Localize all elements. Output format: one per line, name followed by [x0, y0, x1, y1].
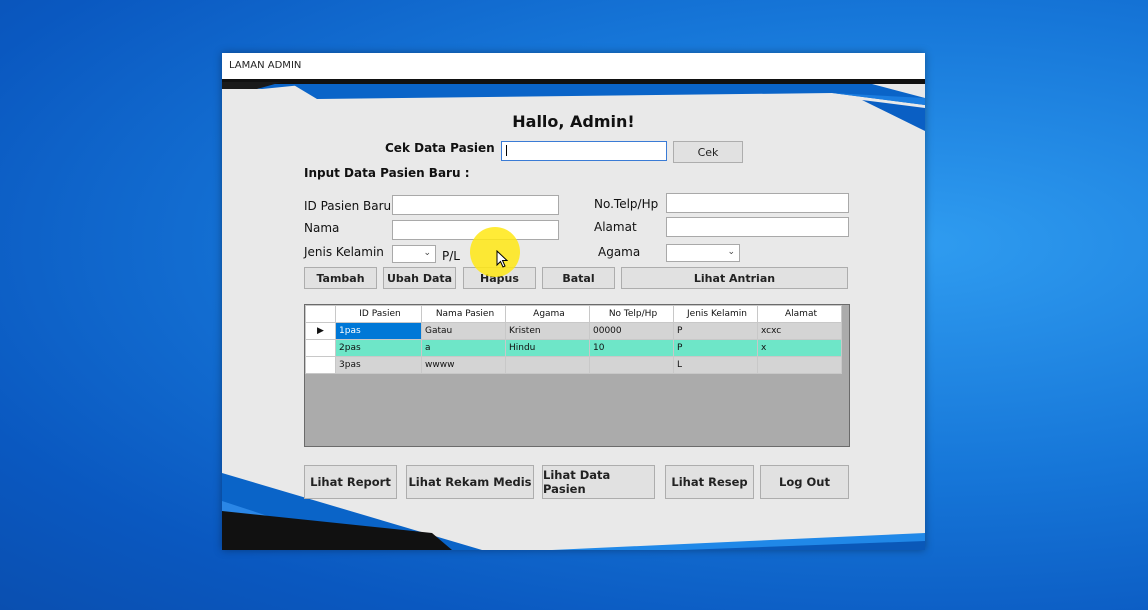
table-cell[interactable]: Gatau: [421, 322, 506, 340]
table-cell[interactable]: 00000: [589, 322, 674, 340]
table-cell[interactable]: 2pas: [335, 339, 422, 357]
table-cell[interactable]: 1pas: [335, 322, 422, 340]
row-header[interactable]: [305, 339, 336, 357]
cursor-highlight: [470, 227, 520, 277]
column-header[interactable]: Nama Pasien: [421, 305, 506, 323]
lihat-report-button[interactable]: Lihat Report: [304, 465, 397, 499]
ubah-data-button[interactable]: Ubah Data: [383, 267, 456, 289]
current-row-arrow-icon: ▶: [305, 322, 336, 340]
chevron-down-icon: ⌄: [727, 247, 735, 257]
patient-data-grid[interactable]: ID Pasien Nama Pasien Agama No Telp/Hp J…: [304, 304, 850, 447]
lihat-data-pasien-button[interactable]: Lihat Data Pasien: [542, 465, 655, 499]
table-cell[interactable]: [757, 356, 842, 374]
table-row[interactable]: ▶ 1pas Gatau Kristen 00000 P xcxc: [305, 322, 842, 340]
table-cell[interactable]: 3pas: [335, 356, 422, 374]
lihat-rekam-medis-button[interactable]: Lihat Rekam Medis: [406, 465, 534, 499]
corner-header: [305, 305, 336, 323]
admin-window: LAMAN ADMIN Hallo, Admin! Cek Data Pasie…: [222, 53, 925, 550]
cek-label: Cek Data Pasien: [385, 141, 495, 155]
telp-label: No.Telp/Hp: [594, 197, 659, 211]
mouse-pointer-icon: [496, 250, 508, 268]
column-header[interactable]: Alamat: [757, 305, 842, 323]
row-header[interactable]: [305, 356, 336, 374]
agama-label: Agama: [598, 245, 641, 259]
agama-select[interactable]: ⌄: [666, 244, 740, 262]
tambah-button[interactable]: Tambah: [304, 267, 377, 289]
batal-button[interactable]: Batal: [542, 267, 615, 289]
table-cell[interactable]: x: [757, 339, 842, 357]
table-cell[interactable]: [589, 356, 674, 374]
column-header[interactable]: ID Pasien: [335, 305, 422, 323]
jenis-kelamin-label: Jenis Kelamin: [304, 245, 384, 259]
jenis-kelamin-hint: P/L: [442, 249, 460, 263]
id-pasien-label: ID Pasien Baru: [304, 199, 392, 213]
alamat-input[interactable]: [666, 217, 849, 237]
table-cell[interactable]: 10: [589, 339, 674, 357]
table-cell[interactable]: Hindu: [505, 339, 590, 357]
cek-button[interactable]: Cek: [673, 141, 743, 163]
chevron-down-icon: ⌄: [423, 248, 431, 258]
table-cell[interactable]: a: [421, 339, 506, 357]
lihat-antrian-button[interactable]: Lihat Antrian: [621, 267, 848, 289]
alamat-label: Alamat: [594, 220, 637, 234]
table-cell[interactable]: wwww: [421, 356, 506, 374]
nama-label: Nama: [304, 221, 340, 235]
patient-table: ID Pasien Nama Pasien Agama No Telp/Hp J…: [305, 305, 842, 374]
table-row[interactable]: 2pas a Hindu 10 P x: [305, 339, 842, 357]
log-out-button[interactable]: Log Out: [760, 465, 849, 499]
table-cell[interactable]: P: [673, 339, 758, 357]
column-header[interactable]: No Telp/Hp: [589, 305, 674, 323]
id-pasien-input[interactable]: [392, 195, 559, 215]
table-row[interactable]: 3pas wwww L: [305, 356, 842, 374]
table-cell[interactable]: Kristen: [505, 322, 590, 340]
table-cell[interactable]: L: [673, 356, 758, 374]
table-cell[interactable]: xcxc: [757, 322, 842, 340]
lihat-resep-button[interactable]: Lihat Resep: [665, 465, 754, 499]
table-cell[interactable]: [505, 356, 590, 374]
telp-input[interactable]: [666, 193, 849, 213]
greeting-heading: Hallo, Admin!: [512, 112, 635, 131]
jenis-kelamin-select[interactable]: ⌄: [392, 245, 436, 263]
cek-input[interactable]: [501, 141, 667, 161]
column-header[interactable]: Agama: [505, 305, 590, 323]
input-section-title: Input Data Pasien Baru :: [304, 166, 470, 180]
column-header[interactable]: Jenis Kelamin: [673, 305, 758, 323]
table-cell[interactable]: P: [673, 322, 758, 340]
